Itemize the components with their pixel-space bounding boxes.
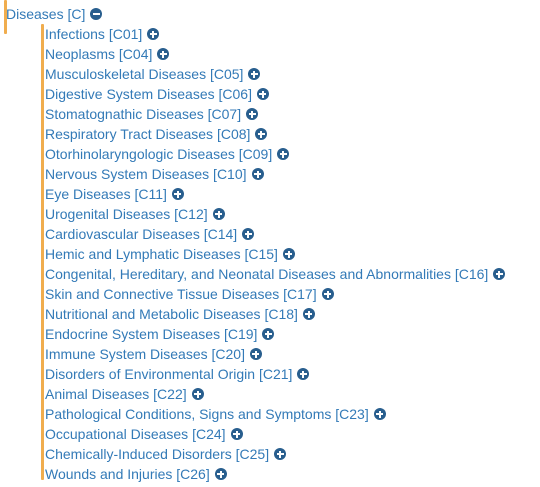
minus-circle-icon[interactable] bbox=[90, 8, 103, 20]
tree-node-label[interactable]: Animal Diseases [C22] bbox=[45, 384, 187, 404]
tree-node-diseases[interactable]: Diseases [C] bbox=[6, 4, 103, 24]
tree-node-label[interactable]: Urogenital Diseases [C12] bbox=[45, 204, 208, 224]
tree-node-item[interactable]: Stomatognathic Diseases [C07] bbox=[45, 104, 259, 124]
tree-node-label[interactable]: Respiratory Tract Diseases [C08] bbox=[45, 124, 250, 144]
plus-circle-icon[interactable] bbox=[242, 228, 255, 240]
tree-connector-line-children bbox=[41, 24, 44, 480]
tree-node-item[interactable]: Endocrine System Diseases [C19] bbox=[45, 324, 275, 344]
tree-node-label[interactable]: Neoplasms [C04] bbox=[45, 44, 152, 64]
tree-node-label[interactable]: Stomatognathic Diseases [C07] bbox=[45, 104, 241, 124]
plus-circle-icon[interactable] bbox=[262, 328, 275, 340]
tree-node-label[interactable]: Digestive System Diseases [C06] bbox=[45, 84, 252, 104]
tree-node-label[interactable]: Endocrine System Diseases [C19] bbox=[45, 324, 257, 344]
tree-node-item[interactable]: Digestive System Diseases [C06] bbox=[45, 84, 269, 104]
plus-circle-icon[interactable] bbox=[147, 28, 160, 40]
plus-circle-icon[interactable] bbox=[171, 188, 184, 200]
tree-node-item[interactable]: Eye Diseases [C11] bbox=[45, 184, 184, 204]
tree-node-item[interactable]: Nutritional and Metabolic Diseases [C18] bbox=[45, 304, 315, 324]
tree-node-item[interactable]: Congenital, Hereditary, and Neonatal Dis… bbox=[45, 264, 506, 284]
plus-circle-icon[interactable] bbox=[321, 288, 334, 300]
tree-node-label[interactable]: Musculoskeletal Diseases [C05] bbox=[45, 64, 243, 84]
plus-circle-icon[interactable] bbox=[255, 128, 268, 140]
plus-circle-icon[interactable] bbox=[274, 448, 287, 460]
plus-circle-icon[interactable] bbox=[249, 348, 262, 360]
plus-circle-icon[interactable] bbox=[191, 388, 204, 400]
plus-circle-icon[interactable] bbox=[277, 148, 290, 160]
tree-node-label[interactable]: Chemically-Induced Disorders [C25] bbox=[45, 444, 269, 464]
plus-circle-icon[interactable] bbox=[256, 88, 269, 100]
tree-node-label[interactable]: Pathological Conditions, Signs and Sympt… bbox=[45, 404, 369, 424]
tree-node-item[interactable]: Neoplasms [C04] bbox=[45, 44, 170, 64]
tree-node-label[interactable]: Eye Diseases [C11] bbox=[45, 184, 167, 204]
tree-node-label[interactable]: Wounds and Injuries [C26] bbox=[45, 464, 210, 484]
tree-node-label[interactable]: Infections [C01] bbox=[45, 24, 142, 44]
tree-node-label[interactable]: Nutritional and Metabolic Diseases [C18] bbox=[45, 304, 298, 324]
tree-node-item[interactable]: Nervous System Diseases [C10] bbox=[45, 164, 264, 184]
tree-node-item[interactable]: Urogenital Diseases [C12] bbox=[45, 204, 225, 224]
plus-circle-icon[interactable] bbox=[297, 368, 310, 380]
plus-circle-icon[interactable] bbox=[302, 308, 315, 320]
plus-circle-icon[interactable] bbox=[230, 428, 243, 440]
plus-circle-icon[interactable] bbox=[493, 268, 506, 280]
tree-node-item[interactable]: Cardiovascular Diseases [C14] bbox=[45, 224, 255, 244]
tree-node-item[interactable]: Animal Diseases [C22] bbox=[45, 384, 204, 404]
tree-node-label[interactable]: Disorders of Environmental Origin [C21] bbox=[45, 364, 292, 384]
plus-circle-icon[interactable] bbox=[246, 108, 259, 120]
tree-node-item[interactable]: Respiratory Tract Diseases [C08] bbox=[45, 124, 268, 144]
tree-node-item[interactable]: Pathological Conditions, Signs and Sympt… bbox=[45, 404, 386, 424]
tree-node-label[interactable]: Occupational Diseases [C24] bbox=[45, 424, 226, 444]
plus-circle-icon[interactable] bbox=[282, 248, 295, 260]
tree-node-item[interactable]: Disorders of Environmental Origin [C21] bbox=[45, 364, 310, 384]
tree-node-label[interactable]: Cardiovascular Diseases [C14] bbox=[45, 224, 237, 244]
tree-node-item[interactable]: Musculoskeletal Diseases [C05] bbox=[45, 64, 261, 84]
tree-node-label[interactable]: Nervous System Diseases [C10] bbox=[45, 164, 247, 184]
tree-node-label[interactable]: Immune System Diseases [C20] bbox=[45, 344, 245, 364]
plus-circle-icon[interactable] bbox=[212, 208, 225, 220]
tree-node-item[interactable]: Chemically-Induced Disorders [C25] bbox=[45, 444, 287, 464]
tree-node-label[interactable]: Diseases [C] bbox=[6, 4, 85, 24]
tree-node-item[interactable]: Wounds and Injuries [C26] bbox=[45, 464, 227, 484]
tree-node-label[interactable]: Congenital, Hereditary, and Neonatal Dis… bbox=[45, 264, 488, 284]
tree-node-label[interactable]: Hemic and Lymphatic Diseases [C15] bbox=[45, 244, 278, 264]
tree-node-label[interactable]: Otorhinolaryngologic Diseases [C09] bbox=[45, 144, 272, 164]
tree-node-item[interactable]: Skin and Connective Tissue Diseases [C17… bbox=[45, 284, 334, 304]
tree-node-label[interactable]: Skin and Connective Tissue Diseases [C17… bbox=[45, 284, 317, 304]
plus-circle-icon[interactable] bbox=[214, 468, 227, 480]
plus-circle-icon[interactable] bbox=[248, 68, 261, 80]
tree-node-item[interactable]: Infections [C01] bbox=[45, 24, 160, 44]
plus-circle-icon[interactable] bbox=[157, 48, 170, 60]
tree-node-item[interactable]: Immune System Diseases [C20] bbox=[45, 344, 262, 364]
tree-node-item[interactable]: Otorhinolaryngologic Diseases [C09] bbox=[45, 144, 290, 164]
plus-circle-icon[interactable] bbox=[373, 408, 386, 420]
tree-view: Diseases [C] Infections [C01] Neoplasms [… bbox=[0, 0, 540, 487]
plus-circle-icon[interactable] bbox=[251, 168, 264, 180]
tree-node-item[interactable]: Occupational Diseases [C24] bbox=[45, 424, 243, 444]
tree-node-item[interactable]: Hemic and Lymphatic Diseases [C15] bbox=[45, 244, 295, 264]
